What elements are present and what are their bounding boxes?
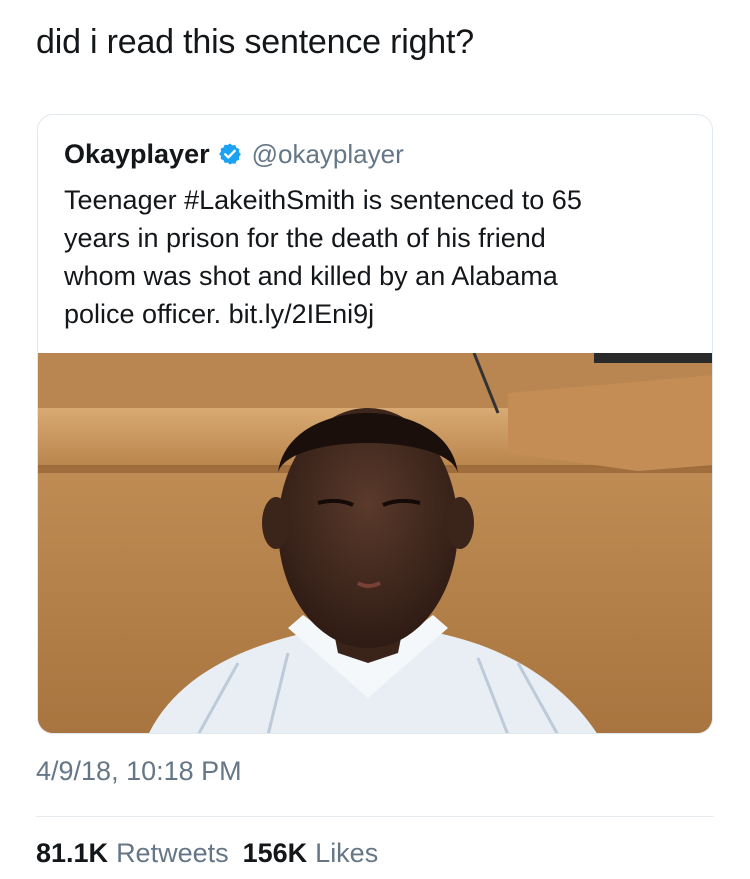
quoted-text-line: whom was shot and killed by an Alabama [64,261,558,291]
likes-stat[interactable]: 156K Likes [243,838,379,869]
quoted-handle[interactable]: @okayplayer [252,139,404,170]
tweet-stats: 81.1K Retweets 156K Likes [36,838,378,869]
quoted-tweet-header: Okayplayer @okayplayer [64,137,404,171]
quoted-tweet-text: Teenager #LakeithSmith is sentenced to 6… [64,181,694,333]
quoted-tweet-photo[interactable] [38,353,712,733]
likes-count: 156K [242,838,308,868]
tweet-timestamp[interactable]: 4/9/18, 10:18 PM [36,756,242,787]
divider [36,816,714,817]
verified-badge-icon [218,142,242,166]
quoted-text-line: years in prison for the death of his fri… [64,223,546,253]
quoted-tweet-card[interactable]: Okayplayer @okayplayer Teenager #Lakeith… [37,114,713,734]
retweets-label: Retweets [116,838,229,868]
likes-label: Likes [315,838,379,868]
quoted-text-line: Teenager #LakeithSmith is sentenced to 6… [64,185,582,215]
retweets-stat[interactable]: 81.1K Retweets [36,838,229,869]
quoted-text-line: police officer. bit.ly/2IEni9j [64,299,375,329]
tweet-text: did i read this sentence right? [36,23,474,61]
retweets-count: 81.1K [36,838,109,868]
quoted-display-name[interactable]: Okayplayer [64,139,210,170]
